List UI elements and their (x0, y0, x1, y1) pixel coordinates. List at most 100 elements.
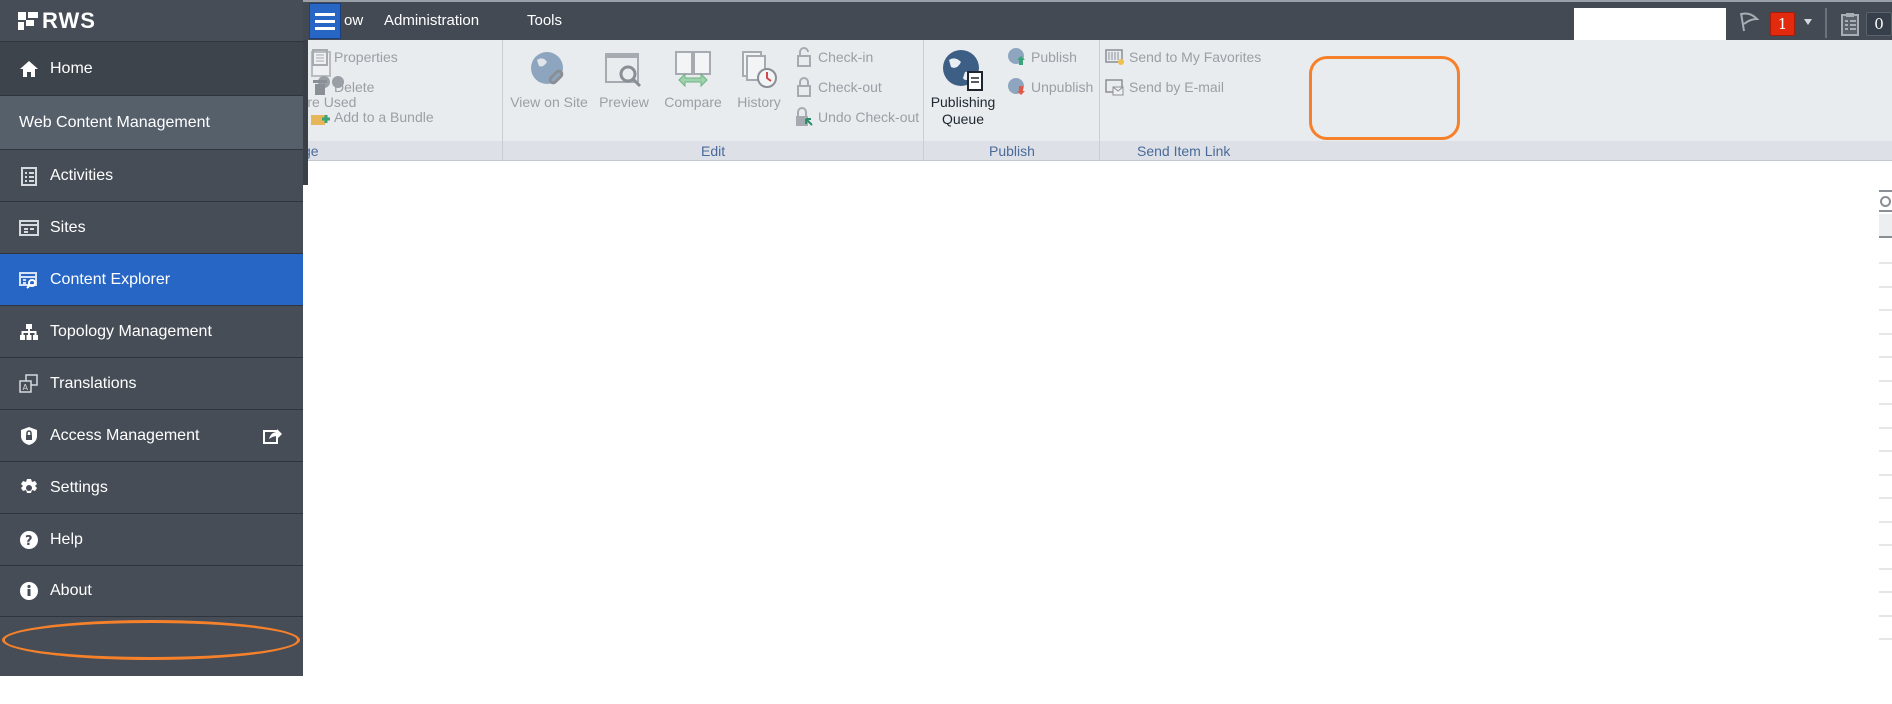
highlight-annotation (2, 620, 300, 660)
email-icon (1105, 77, 1125, 97)
row-divider (1879, 591, 1892, 593)
check-out-button[interactable]: Check-out (794, 76, 882, 98)
send-by-email-label: Send by E-mail (1129, 79, 1224, 95)
publishing-queue-icon (928, 48, 998, 92)
caret-down-icon[interactable] (1804, 19, 1812, 25)
sidebar-item-settings[interactable]: Settings (0, 461, 303, 513)
row-divider (1879, 638, 1892, 640)
clipboard-icon[interactable] (1840, 12, 1860, 41)
group-label-edit: Edit (701, 143, 726, 159)
logo-text: RWS (42, 8, 96, 33)
menu-window[interactable]: ow (344, 12, 363, 29)
add-to-bundle-icon (310, 107, 330, 127)
group-label-publish: Publish (989, 143, 1035, 159)
svg-text:A: A (23, 383, 29, 392)
flag-icon[interactable] (1738, 11, 1760, 38)
sidebar-item-sites[interactable]: Sites (0, 201, 303, 253)
sidebar-item-activities[interactable]: Activities (0, 149, 303, 201)
ribbon-group-labels (303, 141, 1892, 160)
preview-button[interactable]: Preview (598, 48, 650, 111)
highlight-annotation (1309, 56, 1460, 140)
divider (1879, 190, 1892, 192)
row-divider (1879, 262, 1892, 264)
compare-label: Compare (664, 94, 722, 110)
group-separator (1099, 40, 1100, 160)
divider (1825, 8, 1827, 38)
notification-badge[interactable]: 1 (1770, 12, 1795, 36)
undo-checkout-icon (794, 107, 814, 127)
globe-link-icon (510, 48, 588, 92)
publishing-queue-button[interactable]: Publishing Queue (928, 48, 998, 128)
home-icon (18, 58, 40, 80)
history-icon (733, 48, 785, 92)
hamburger-icon-bar (315, 19, 335, 23)
ribbon-toolbar: ere Used Properties Delete Add to a Bund… (300, 40, 1892, 161)
sidebar-item-label: Settings (50, 478, 108, 496)
row-divider (1879, 380, 1892, 382)
history-button[interactable]: History (733, 48, 785, 111)
compare-icon (663, 48, 723, 92)
compare-button[interactable]: Compare (663, 48, 723, 111)
menu-tools[interactable]: Tools (527, 12, 562, 29)
row-divider (1879, 309, 1892, 311)
publishing-queue-label-1: Publishing (930, 94, 996, 110)
topology-icon (18, 321, 40, 343)
hamburger-menu-button[interactable] (309, 3, 341, 39)
properties-label: Properties (334, 49, 398, 65)
sidebar-item-label: Activities (50, 166, 114, 184)
delete-button[interactable]: Delete (310, 76, 374, 98)
view-on-site-button[interactable]: View on Site (510, 48, 588, 111)
row-divider (1879, 403, 1892, 405)
sidebar-item-help[interactable]: ? Help (0, 513, 303, 565)
menu-administration[interactable]: Administration (384, 12, 479, 29)
publish-button[interactable]: Publish (1007, 46, 1077, 68)
divider (1879, 210, 1892, 212)
check-in-label: Check-in (818, 49, 874, 65)
sidebar-item-content-explorer[interactable]: Content Explorer (0, 253, 303, 305)
sidebar-item-about[interactable]: About (0, 565, 303, 617)
activities-count-badge[interactable]: 0 (1866, 12, 1892, 36)
group-separator (923, 40, 924, 160)
properties-button[interactable]: Properties (310, 46, 398, 68)
lock-icon (794, 77, 814, 97)
sidebar-item-home[interactable]: Home (0, 41, 303, 95)
check-in-button[interactable]: Check-in (794, 46, 873, 68)
rws-logo[interactable]: RWS (18, 8, 96, 34)
gear-icon (18, 477, 40, 499)
navigation-sidebar: RWS Home Web Content Management Activiti… (0, 0, 303, 676)
sidebar-item-label: Web Content Management (19, 113, 210, 131)
sidebar-edge (303, 40, 308, 185)
sidebar-item-label: Translations (50, 374, 137, 392)
content-right-edge (1879, 190, 1892, 704)
send-by-email-button[interactable]: Send by E-mail (1105, 76, 1224, 98)
delete-label: Delete (334, 79, 375, 95)
svg-text:?: ? (25, 534, 33, 549)
unpublish-icon (1007, 77, 1027, 97)
sidebar-item-topology-management[interactable]: Topology Management (0, 305, 303, 357)
send-to-favorites-label: Send to My Favorites (1129, 49, 1262, 65)
external-link-icon[interactable] (263, 426, 283, 449)
sidebar-section-web-content-management[interactable]: Web Content Management (0, 95, 303, 149)
row-divider (1879, 544, 1892, 546)
unpublish-label: Unpublish (1031, 79, 1094, 95)
row-divider (1879, 568, 1892, 570)
undo-check-out-button[interactable]: Undo Check-out (794, 106, 919, 128)
logo-mark-icon (18, 12, 38, 30)
add-to-bundle-button[interactable]: Add to a Bundle (310, 106, 434, 128)
row-divider (1879, 286, 1892, 288)
favorites-icon (1105, 47, 1125, 67)
unpublish-button[interactable]: Unpublish (1007, 76, 1093, 98)
trash-icon (310, 77, 330, 97)
group-label-send-item-link: Send Item Link (1137, 143, 1231, 159)
circle-icon[interactable] (1880, 196, 1891, 207)
row-divider (1879, 427, 1892, 429)
content-explorer-icon (18, 269, 40, 291)
send-to-favorites-button[interactable]: Send to My Favorites (1105, 46, 1261, 68)
row-divider (1879, 450, 1892, 452)
add-to-bundle-label: Add to a Bundle (334, 109, 434, 125)
sidebar-item-label: Home (50, 59, 93, 77)
sidebar-item-label: Sites (50, 218, 86, 236)
info-icon (18, 580, 40, 602)
sidebar-item-translations[interactable]: A Translations (0, 357, 303, 409)
sidebar-item-access-management[interactable]: Access Management (0, 409, 303, 461)
